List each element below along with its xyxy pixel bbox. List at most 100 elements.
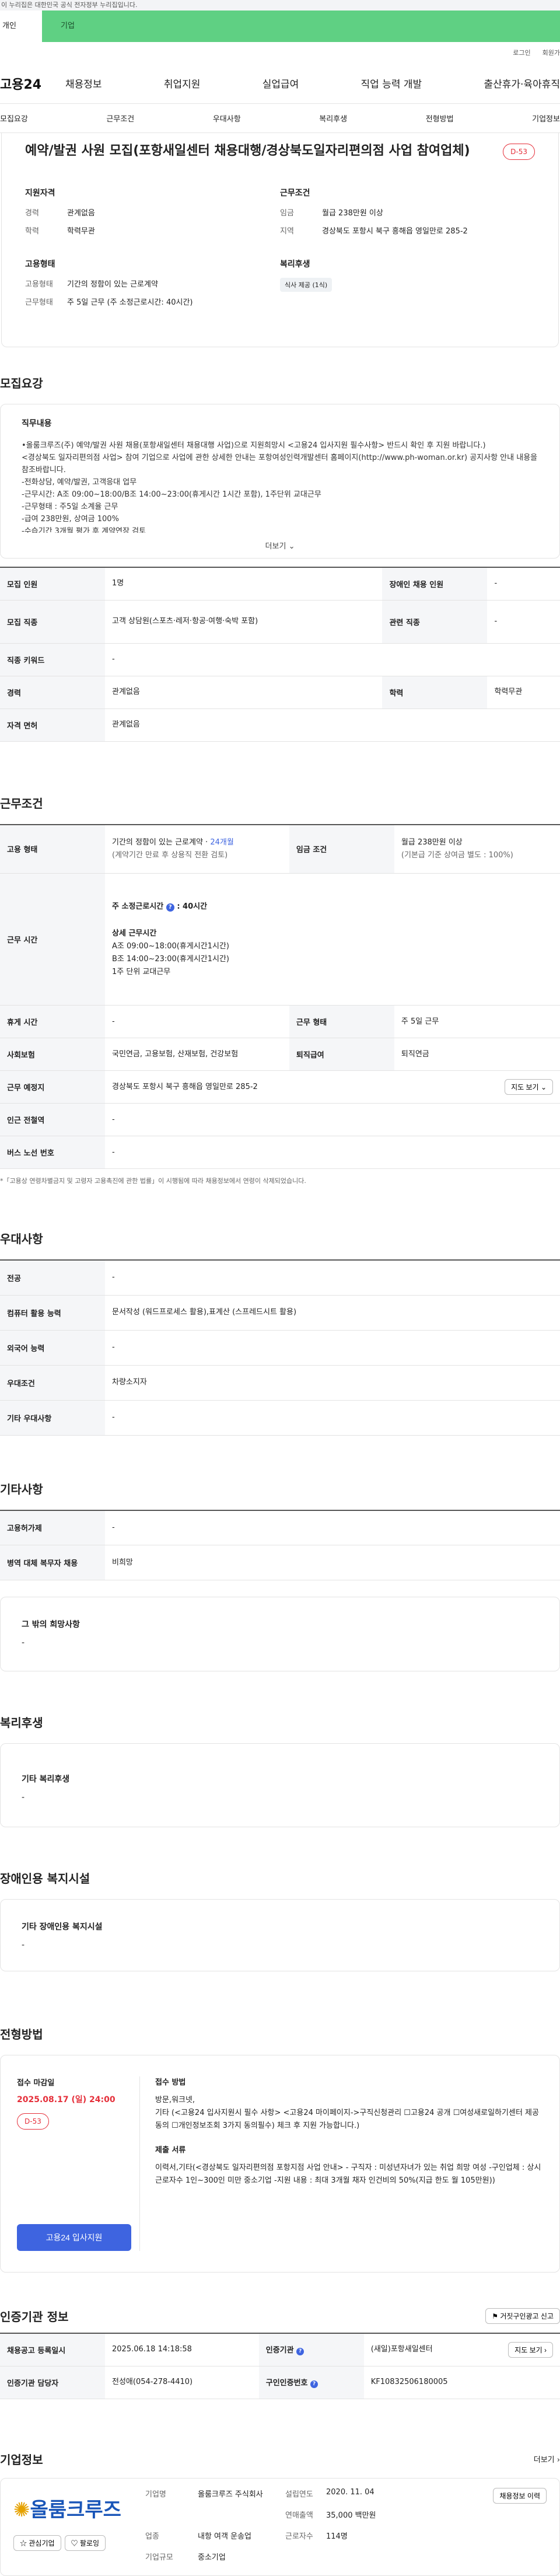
condition-heading: 근무조건 [280,189,310,198]
corp-name-label: 기업명 [145,2490,166,2499]
row-label: 고용허가제 [0,1510,105,1545]
row-label: 고용 형태 [0,824,105,874]
row-label: 채용공고 등록일시 [0,2333,105,2366]
report-label: 거짓구인광고 신고 [500,2312,554,2320]
gnb-item-training[interactable]: 직업 능력 개발 [361,76,422,90]
anchor-condition[interactable]: 근무조건 [106,113,134,124]
table-row: 경력 관계없음 학력 학력무관 [0,676,560,709]
table-row: 채용공고 등록일시 2025.06.18 14:18:58 인증기관 ? (새일)포항… [0,2333,560,2366]
map-button[interactable]: 지도 보기 ⌄ [505,1079,553,1095]
other-wish-value: - [22,1638,25,1647]
row-value: - [487,600,560,644]
more-label: 더보기 [533,2455,555,2465]
anchor-company[interactable]: 기업정보 [532,113,560,124]
row-value: 2025.06.18 14:18:58 [105,2333,259,2366]
row-label: 외국어 능력 [0,1330,105,1366]
job-summary-card: 예약/발권 사원 모집(포항새일센터 채용대행/경상북도일자리편의점 사업 참여… [1,133,559,347]
row-label: 근무 예정지 [0,1070,105,1104]
welfare-box: 기타 복리후생 - [0,1743,560,1827]
info-icon[interactable]: ? [296,2348,304,2356]
job-history-button[interactable]: 채용정보 이력 [493,2487,547,2504]
table-row: 컴퓨터 활용 능력 문서작성 (워드프로세스 활용),표계산 (스프레드시트 활용… [0,1295,560,1331]
wage-cell: 월급 238만원 이상 (기본급 기준 상여금 별도 : 100%) [394,824,560,874]
row-value: 퇴직연금 [394,1038,560,1071]
dday-badge: D-53 [17,2113,49,2130]
corp-logo-text: 올룸크루즈 [30,2498,121,2522]
gnb-item-benefit[interactable]: 실업급여 [262,76,299,90]
row-label: 인근 전철역 [0,1103,105,1136]
info-icon[interactable]: ? [310,2380,318,2388]
deadline-heading: 접수 마감일 [17,2079,55,2088]
gnb-item-leave[interactable]: 출산휴가·육아휴직 [484,76,560,90]
util-menu: 로그인 회원가 [0,42,560,63]
education-label: 학력 [25,227,39,236]
favorite-button[interactable]: ☆ 관심기업 [13,2535,61,2551]
corp-found-value: 2020. 11. 04 [326,2487,374,2497]
user-type-tabs: 개인 기업 [0,11,560,42]
tab-business[interactable]: 기업 [42,11,560,42]
wage-text: 월급 238만원 이상 [401,837,463,847]
site-logo[interactable]: 고용24 [0,74,65,93]
corp-sales-label: 연매출액 [285,2511,313,2520]
disability-box-value: - [22,1940,25,1950]
anchor-recruit[interactable]: 모집요강 [0,113,28,124]
wage-value: 월급 238만원 이상 [322,209,383,218]
corp-staff-label: 근로자수 [285,2532,313,2541]
join-link[interactable]: 회원가 [542,48,560,57]
wage-label: 임금 [280,209,294,218]
row-value: - [105,1136,560,1169]
map-label: 지도 보기 [511,1083,539,1091]
other-wish-box: 그 밖의 희망사항 - [0,1597,560,1671]
row-label: 컴퓨터 활용 능력 [0,1295,105,1331]
anchor-process[interactable]: 전형방법 [426,113,454,124]
wage-sub: (기본급 기준 상여금 별도 : 100%) [401,850,513,860]
more-button[interactable]: 더보기 ⌄ [1,533,559,558]
career-value: 관계없음 [67,209,95,218]
row-label: 학력 [382,676,488,709]
job-description-card: 직무내용 •올룸크루즈(주) 예약/발권 사원 채용(포항새일센터 채용대행 사… [0,404,560,559]
table-row: 모집 직종 고객 상담원(스포츠·레저·항공·여행·숙박 포함) 관련 직종 - [0,600,560,644]
emp-type-text: 기간의 정함이 있는 근로계약 · [112,837,211,847]
row-label: 휴게 시간 [0,1005,105,1038]
process-heading: 전형방법 [0,2027,43,2041]
corp-more-link[interactable]: 더보기 › [534,2453,560,2465]
row-value: - [105,1005,289,1038]
welfare-box-value: - [22,1793,25,1802]
method-heading: 접수 방법 [155,2078,186,2087]
agency-table: 채용공고 등록일시 2025.06.18 14:18:58 인증기관 ? (새일)포항… [0,2333,560,2399]
table-row: 우대조건 차량소지자 [0,1365,560,1401]
row-label: 임금 조건 [289,824,394,874]
apply-button[interactable]: 고용24 입사지원 [17,2224,131,2251]
table-row: 전공 - [0,1260,560,1296]
table-row: 고용허가제 - [0,1510,560,1545]
row-value: - [105,1510,560,1545]
weekly-hours-label: 주 소정근로시간 [112,902,164,911]
row-value: 문서작성 (워드프로세스 활용),표계산 (스프레드시트 활용) [105,1295,560,1331]
row-value: 전성애(054-278-4410) [105,2366,259,2399]
corp-card: ✺올룸크루즈 ☆ 관심기업 ♡ 팔로잉 기업명 올룸크루즈 주식회사 설립연도 20… [0,2477,560,2576]
agency-header: 인증기관 정보 ⚑ 거짓구인광고 신고 [0,2308,560,2324]
corp-logo: ✺올룸크루즈 [13,2494,145,2522]
disability-heading: 장애인용 복지시설 [0,1872,90,1886]
row-value: - [487,567,560,601]
gnb-item-support[interactable]: 취업지원 [164,76,201,90]
employment-summary: 고용형태 고용형태 기간의 정함이 있는 근로계약 근무형태 주 5일 근무 (주 … [25,258,280,307]
chevron-right-icon: › [556,2455,560,2465]
work-time-cell: 주 소정근로시간 ? : 40시간 상세 근무시간 A조 09:00~18:00… [105,873,560,1006]
gnb-item-jobs[interactable]: 채용정보 [65,76,102,90]
login-link[interactable]: 로그인 [513,48,530,57]
anchor-welfare[interactable]: 복리후생 [319,113,347,124]
docs-text: 이력서,기타(<경상북도 일자리편의점 포항지점 사업 안내> - 구직자 : … [155,2163,541,2185]
process-card: 접수 마감일 2025.08.17 (일) 24:00 D-53 고용24 입사… [0,2055,560,2273]
anchor-preference[interactable]: 우대사항 [213,113,241,124]
report-button[interactable]: ⚑ 거짓구인광고 신고 [485,2308,560,2324]
qualification-heading: 지원자격 [25,189,55,198]
welfare-heading: 복리후생 [280,260,310,269]
tab-individual[interactable]: 개인 [0,11,42,42]
agency-map-button[interactable]: 지도 보기 › [508,2341,553,2358]
row-label: 근무 시간 [0,873,105,1006]
row-label: 직종 키워드 [0,643,105,676]
follow-button[interactable]: ♡ 팔로잉 [64,2535,106,2551]
job-title: 예약/발권 사원 모집(포항새일센터 채용대행/경상북도일자리편의점 사업 참여… [25,144,470,158]
info-icon[interactable]: ? [166,903,174,912]
